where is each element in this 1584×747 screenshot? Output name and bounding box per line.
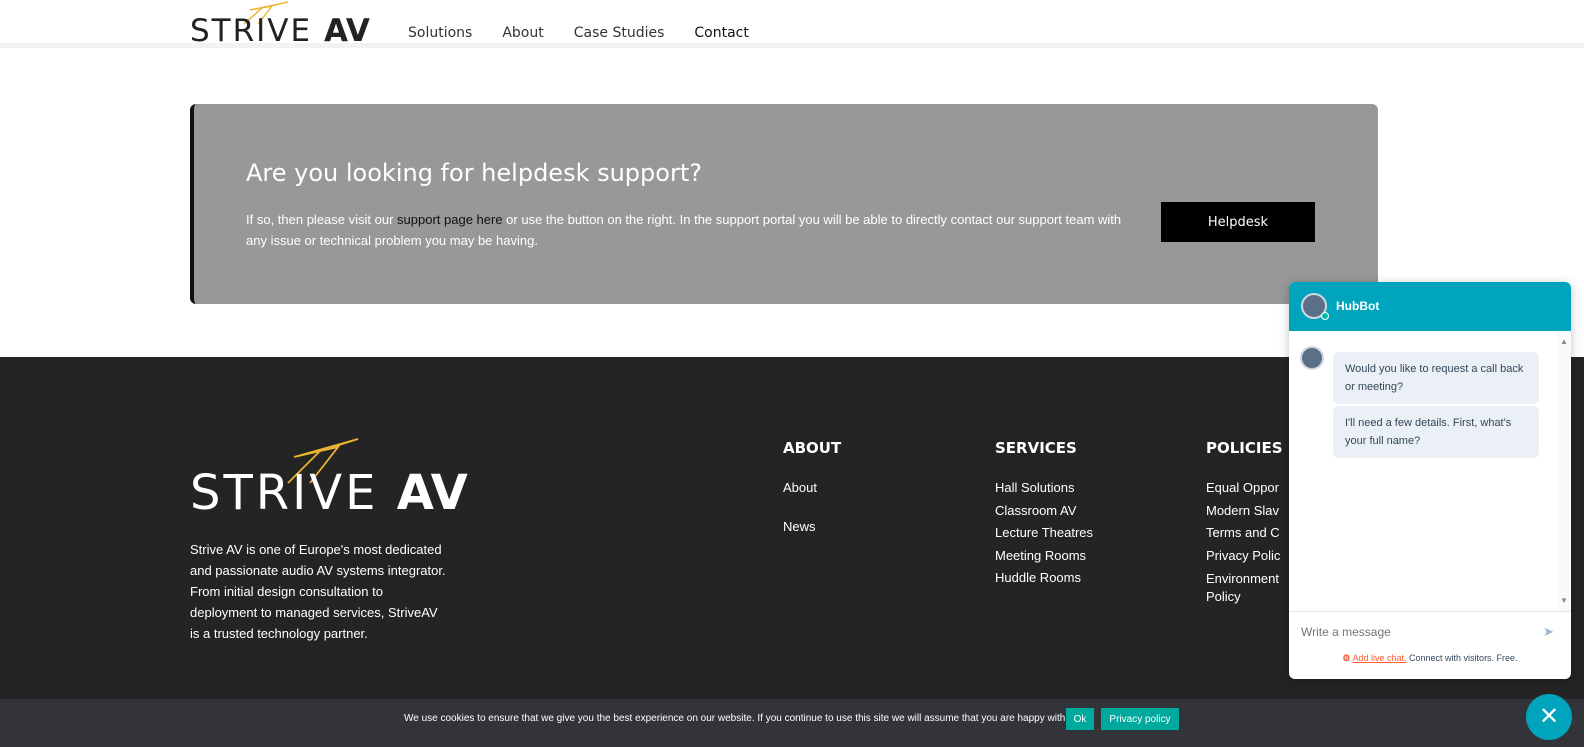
helpdesk-button[interactable]: Helpdesk <box>1161 202 1315 242</box>
privacy-policy-button[interactable]: Privacy policy <box>1101 708 1179 730</box>
footer-policies-column: POLICIES Equal Oppor Modern Slav Terms a… <box>1206 439 1283 606</box>
chat-message: Would you like to request a call back or… <box>1333 352 1539 404</box>
footer-policies-heading: POLICIES <box>1206 439 1283 457</box>
footer-link-huddle-rooms[interactable]: Huddle Rooms <box>995 567 1093 590</box>
footer-link-lecture-theatres[interactable]: Lecture Theatres <box>995 522 1093 545</box>
footer-logo[interactable]: STRIVE AV <box>190 437 468 519</box>
footer-link-classroom-av[interactable]: Classroom AV <box>995 500 1093 523</box>
chat-input-area: ➤ <box>1289 611 1571 651</box>
banner-text: If so, then please visit our support pag… <box>246 209 1126 251</box>
support-page-link[interactable]: support page here <box>397 212 503 227</box>
strive-av-logo[interactable]: STRIVE AV <box>190 1 370 48</box>
send-icon[interactable]: ➤ <box>1543 625 1557 639</box>
chat-branding-text: Connect with visitors. Free. <box>1406 653 1518 663</box>
cookie-text: We use cookies to ensure that we give yo… <box>404 713 1076 724</box>
message-bot-avatar <box>1300 346 1324 370</box>
chat-messages: Would you like to request a call back or… <box>1289 331 1571 611</box>
nav-solutions[interactable]: Solutions <box>408 25 472 41</box>
hubspot-sprocket-icon: ⚙ <box>1342 653 1351 663</box>
footer-link-environmental[interactable]: Environment <box>1206 570 1283 588</box>
scroll-up-icon[interactable]: ▲ <box>1560 337 1568 346</box>
footer-link-terms[interactable]: Terms and C <box>1206 522 1283 545</box>
site-header: STRIVE AV Solutions About Case Studies C… <box>0 0 1584 48</box>
footer-link-modern-slavery[interactable]: Modern Slav <box>1206 500 1283 523</box>
footer-link-equal-opportunities[interactable]: Equal Oppor <box>1206 477 1283 500</box>
banner-text-start: If so, then please visit our <box>246 212 398 227</box>
footer-link-about[interactable]: About <box>783 477 841 500</box>
cookie-bar: We use cookies to ensure that we give yo… <box>0 699 1584 747</box>
chat-widget: HubBot Would you like to request a call … <box>1289 282 1571 679</box>
footer-link-news[interactable]: News <box>783 516 841 539</box>
bot-name: HubBot <box>1336 299 1380 313</box>
cookie-ok-button[interactable]: Ok <box>1066 708 1094 730</box>
footer-link-meeting-rooms[interactable]: Meeting Rooms <box>995 545 1093 568</box>
footer-link-hall-solutions[interactable]: Hall Solutions <box>995 477 1093 500</box>
nav-case-studies[interactable]: Case Studies <box>574 25 665 41</box>
chat-message: I'll need a few details. First, what's y… <box>1333 406 1539 458</box>
footer-services-column: SERVICES Hall Solutions Classroom AV Lec… <box>995 439 1093 590</box>
add-live-chat-link[interactable]: Add live chat. <box>1353 653 1407 663</box>
footer-description: Strive AV is one of Europe's most dedica… <box>190 542 446 641</box>
chat-branding: ⚙ Add live chat. Connect with visitors. … <box>1289 653 1571 673</box>
nav-contact[interactable]: Contact <box>694 25 748 41</box>
footer-about-heading: ABOUT <box>783 439 842 457</box>
close-icon: ✕ <box>1538 703 1560 730</box>
footer-services-heading: SERVICES <box>995 439 1077 457</box>
chat-close-button[interactable]: ✕ <box>1526 694 1572 740</box>
online-status-dot <box>1321 312 1329 320</box>
nav-about[interactable]: About <box>502 25 543 41</box>
footer-link-environmental-policy[interactable]: Policy <box>1206 588 1283 606</box>
main-nav: Solutions About Case Studies Contact <box>408 25 779 41</box>
chat-message-input[interactable] <box>1301 620 1531 644</box>
chat-scrollbar[interactable]: ▲ ▼ <box>1557 331 1571 611</box>
scroll-down-icon[interactable]: ▼ <box>1560 596 1568 605</box>
footer-logo-wordmark: STRIVE AV <box>190 465 468 521</box>
helpdesk-banner: Are you looking for helpdesk support? If… <box>190 104 1378 304</box>
footer-link-privacy[interactable]: Privacy Polic <box>1206 545 1283 568</box>
banner-title: Are you looking for helpdesk support? <box>246 159 702 187</box>
logo-wordmark: STRIVE AV <box>190 13 370 49</box>
footer-about-column: ABOUT About News <box>783 439 841 554</box>
chat-header: HubBot <box>1289 282 1571 331</box>
